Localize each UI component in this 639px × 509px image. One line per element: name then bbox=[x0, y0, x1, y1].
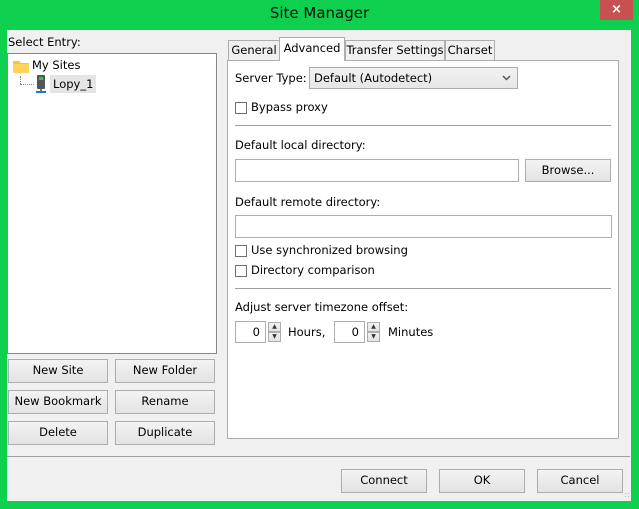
minutes-input[interactable]: 0 bbox=[334, 321, 365, 343]
minutes-down-button[interactable]: ▼ bbox=[367, 332, 380, 342]
dir-comparison-checkbox[interactable] bbox=[235, 265, 247, 277]
minutes-up-button[interactable]: ▲ bbox=[367, 322, 380, 332]
remote-dir-label: Default remote directory: bbox=[235, 195, 381, 209]
arrow-up-icon: ▲ bbox=[371, 323, 376, 330]
footer-separator bbox=[7, 456, 630, 457]
server-icon bbox=[36, 75, 46, 93]
tab-charset[interactable]: Charset bbox=[445, 40, 495, 60]
arrow-down-icon: ▼ bbox=[371, 333, 376, 340]
tab-advanced[interactable]: Advanced bbox=[279, 37, 345, 61]
timezone-label: Adjust server timezone offset: bbox=[235, 300, 409, 314]
sync-browsing-checkbox[interactable] bbox=[235, 245, 247, 257]
tab-general[interactable]: General bbox=[228, 40, 280, 60]
hours-input[interactable]: 0 bbox=[235, 321, 266, 343]
separator bbox=[235, 288, 611, 289]
new-bookmark-button[interactable]: New Bookmark bbox=[8, 390, 108, 414]
connect-button[interactable]: Connect bbox=[341, 469, 427, 493]
folder-icon bbox=[13, 61, 29, 73]
server-type-label: Server Type: bbox=[235, 71, 307, 85]
tree-item-label: Lopy_1 bbox=[50, 75, 97, 93]
new-folder-button[interactable]: New Folder bbox=[115, 359, 215, 383]
browse-button[interactable]: Browse... bbox=[525, 159, 611, 182]
select-entry-label: Select Entry: bbox=[8, 35, 81, 49]
ok-button[interactable]: OK bbox=[439, 469, 525, 493]
dir-comparison-label: Directory comparison bbox=[251, 263, 375, 277]
remote-dir-input[interactable] bbox=[235, 215, 612, 238]
minutes-label: Minutes bbox=[388, 325, 434, 339]
sync-browsing-label: Use synchronized browsing bbox=[251, 243, 408, 257]
chevron-down-icon bbox=[502, 75, 511, 81]
hours-up-button[interactable]: ▲ bbox=[268, 322, 281, 332]
server-type-select[interactable]: Default (Autodetect) bbox=[309, 67, 518, 89]
tab-transfer-settings[interactable]: Transfer Settings bbox=[345, 40, 445, 60]
arrow-down-icon: ▼ bbox=[272, 333, 277, 340]
local-dir-input[interactable] bbox=[235, 159, 519, 182]
tree-item-label: My Sites bbox=[32, 58, 81, 72]
close-icon: × bbox=[611, 2, 622, 17]
window-title: Site Manager bbox=[269, 4, 370, 22]
local-dir-label: Default local directory: bbox=[235, 138, 366, 152]
site-tree[interactable]: My Sites Lopy_1 bbox=[7, 53, 217, 354]
title-bar[interactable]: Site Manager × bbox=[0, 0, 639, 28]
bypass-proxy-label: Bypass proxy bbox=[251, 100, 328, 114]
hours-label: Hours, bbox=[288, 325, 326, 339]
resize-grip[interactable] bbox=[624, 492, 630, 498]
close-button[interactable]: × bbox=[600, 0, 633, 20]
server-type-value: Default (Autodetect) bbox=[314, 71, 433, 85]
hours-down-button[interactable]: ▼ bbox=[268, 332, 281, 342]
arrow-up-icon: ▲ bbox=[272, 323, 277, 330]
tree-connector bbox=[20, 84, 34, 86]
rename-button[interactable]: Rename bbox=[115, 390, 215, 414]
delete-button[interactable]: Delete bbox=[8, 421, 108, 445]
new-site-button[interactable]: New Site bbox=[8, 359, 108, 383]
bypass-proxy-checkbox[interactable] bbox=[235, 102, 247, 114]
separator bbox=[235, 125, 611, 126]
duplicate-button[interactable]: Duplicate bbox=[115, 421, 215, 445]
tree-connector bbox=[20, 76, 22, 84]
cancel-button[interactable]: Cancel bbox=[537, 469, 623, 493]
